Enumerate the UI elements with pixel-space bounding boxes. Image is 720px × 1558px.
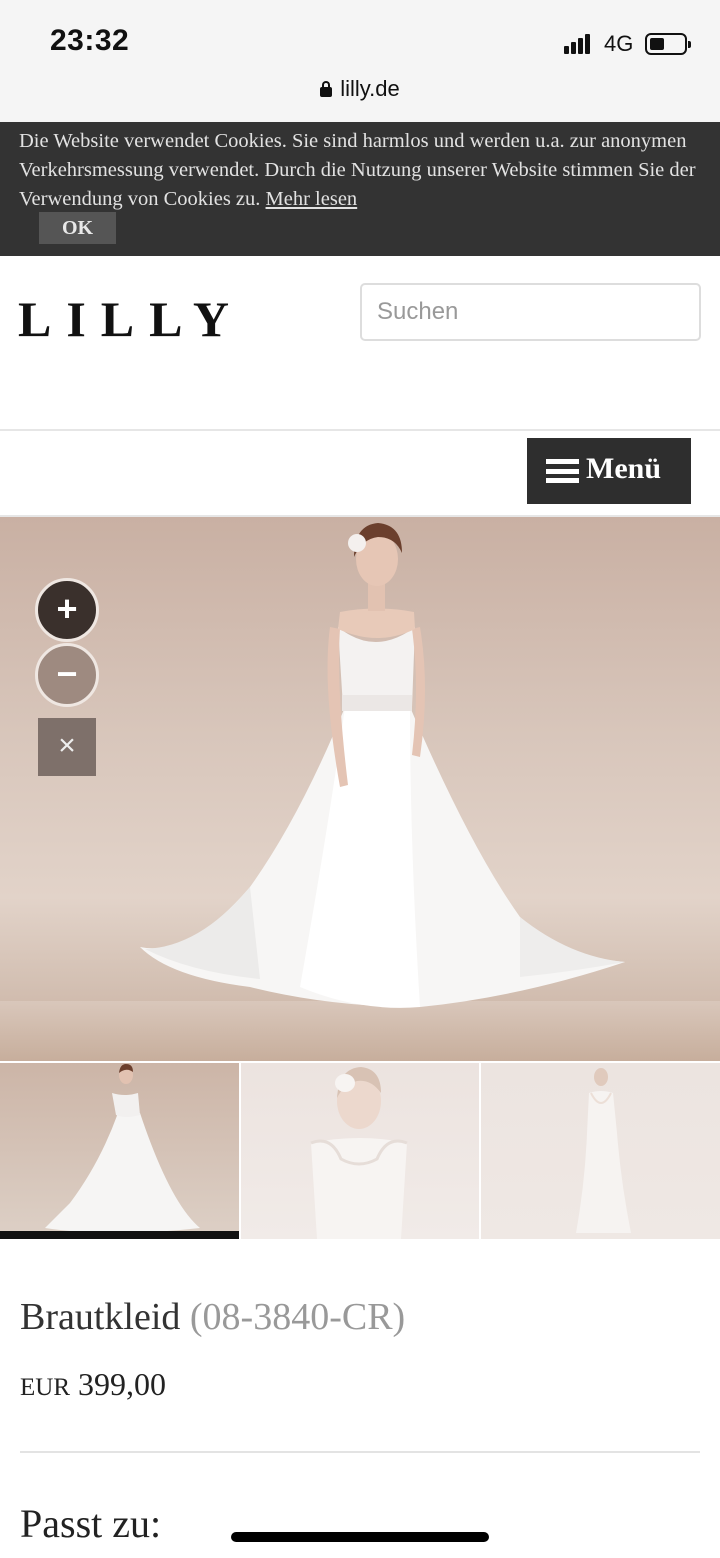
network-type: 4G [604,31,634,56]
zoom-out-button[interactable]: − [35,643,99,707]
thumbnail-bodice-closeup [310,1067,408,1239]
signal-icon [564,32,596,54]
thumbnail-back-view [576,1068,631,1233]
address-bar[interactable]: lilly.de [0,76,720,102]
cookie-message: Die Website verwendet Cookies. Sie sind … [19,130,696,210]
price-currency: EUR [20,1374,70,1401]
thumbnail-3[interactable] [481,1063,720,1239]
lock-icon [320,81,333,97]
close-button[interactable]: × [38,718,96,776]
thumbnail-2[interactable] [241,1063,479,1239]
passt-zu-heading: Passt zu: [20,1501,162,1546]
price-value: 399,00 [78,1366,166,1402]
status-time: 23:32 [50,24,130,57]
read-more-link[interactable]: Mehr lesen [266,188,358,210]
product-price: EUR 399,00 [20,1366,166,1403]
thumbnail-1[interactable] [0,1063,239,1239]
home-indicator[interactable] [231,1532,489,1542]
product-name: Brautkleid [20,1296,181,1338]
thumbnail-full-dress [45,1064,200,1233]
product-main-image[interactable] [0,517,720,1061]
menu-label: Menü [586,452,661,485]
product-title: Brautkleid (08-3840-CR) [20,1295,405,1339]
section-divider [20,1451,700,1453]
active-thumbnail-indicator [0,1231,239,1239]
search-input[interactable] [360,283,701,341]
site-logo[interactable]: LILLY [18,290,244,348]
product-sku: (08-3840-CR) [189,1296,406,1338]
url-text: lilly.de [340,76,400,101]
status-bar: 23:32 4G lilly.de [0,0,720,122]
zoom-in-button[interactable]: + [35,578,99,642]
cookie-ok-button[interactable]: OK [39,212,116,244]
cookie-text: Die Website verwendet Cookies. Sie sind … [19,127,701,214]
bride-figure [140,523,625,1008]
menu-button[interactable]: Menü [527,438,691,504]
header-divider [0,429,720,431]
hamburger-icon [546,459,579,483]
battery-icon [645,33,691,55]
cookie-banner: Die Website verwendet Cookies. Sie sind … [0,122,720,256]
